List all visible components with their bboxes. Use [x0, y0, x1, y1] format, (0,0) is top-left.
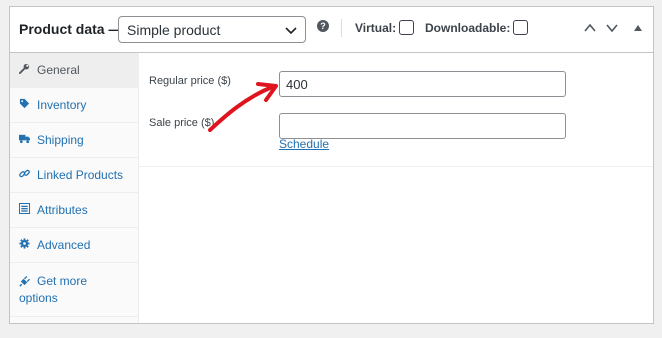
- downloadable-checkbox[interactable]: [513, 20, 529, 35]
- move-down-icon[interactable]: [605, 21, 619, 35]
- wrench-icon: [19, 63, 30, 74]
- tab-label: General: [37, 63, 80, 77]
- gear-icon: [19, 238, 30, 249]
- virtual-toggle[interactable]: Virtual:: [355, 20, 415, 35]
- tab-label: Attributes: [37, 203, 88, 217]
- tag-icon: [19, 98, 30, 109]
- tab-label: Get more options: [19, 274, 88, 305]
- regular-price-input[interactable]: 400: [279, 71, 566, 97]
- annotation-arrow-icon: [208, 82, 278, 132]
- tab-label: Linked Products: [37, 168, 124, 182]
- tab-inventory[interactable]: Inventory: [10, 88, 138, 123]
- truck-icon: [19, 134, 30, 144]
- move-up-icon[interactable]: [583, 21, 597, 35]
- product-type-select[interactable]: Simple product: [118, 16, 306, 43]
- product-data-tabs: General Inventory Shipping Linked Produc…: [10, 53, 139, 323]
- product-data-panel: Product data — Simple product ? Virtual:…: [9, 6, 654, 324]
- collapse-triangle-icon[interactable]: [631, 21, 645, 35]
- tab-linked-products[interactable]: Linked Products: [10, 158, 138, 193]
- tab-shipping[interactable]: Shipping: [10, 123, 138, 158]
- header-divider: [341, 19, 342, 37]
- schedule-link[interactable]: Schedule: [279, 137, 329, 151]
- panel-title: Product data —: [19, 21, 123, 37]
- downloadable-toggle[interactable]: Downloadable:: [425, 20, 529, 35]
- tab-label: Advanced: [37, 238, 91, 252]
- tab-attributes[interactable]: Attributes: [10, 193, 138, 228]
- tab-label: Inventory: [37, 98, 87, 112]
- list-icon: [19, 203, 30, 214]
- downloadable-label: Downloadable:: [425, 20, 511, 35]
- tab-general[interactable]: General: [10, 53, 138, 88]
- tab-label: Shipping: [37, 133, 84, 147]
- help-icon[interactable]: ?: [317, 20, 329, 32]
- tab-advanced[interactable]: Advanced: [10, 228, 138, 263]
- sale-price-input[interactable]: [279, 113, 566, 139]
- chevron-down-icon: [285, 27, 297, 35]
- virtual-checkbox[interactable]: [399, 20, 415, 35]
- tab-get-more-options[interactable]: Get more options: [10, 263, 138, 317]
- product-type-value: Simple product: [127, 22, 221, 38]
- link-icon: [19, 169, 30, 178]
- panel-header: Product data — Simple product ? Virtual:…: [10, 7, 653, 53]
- virtual-label: Virtual:: [355, 20, 397, 35]
